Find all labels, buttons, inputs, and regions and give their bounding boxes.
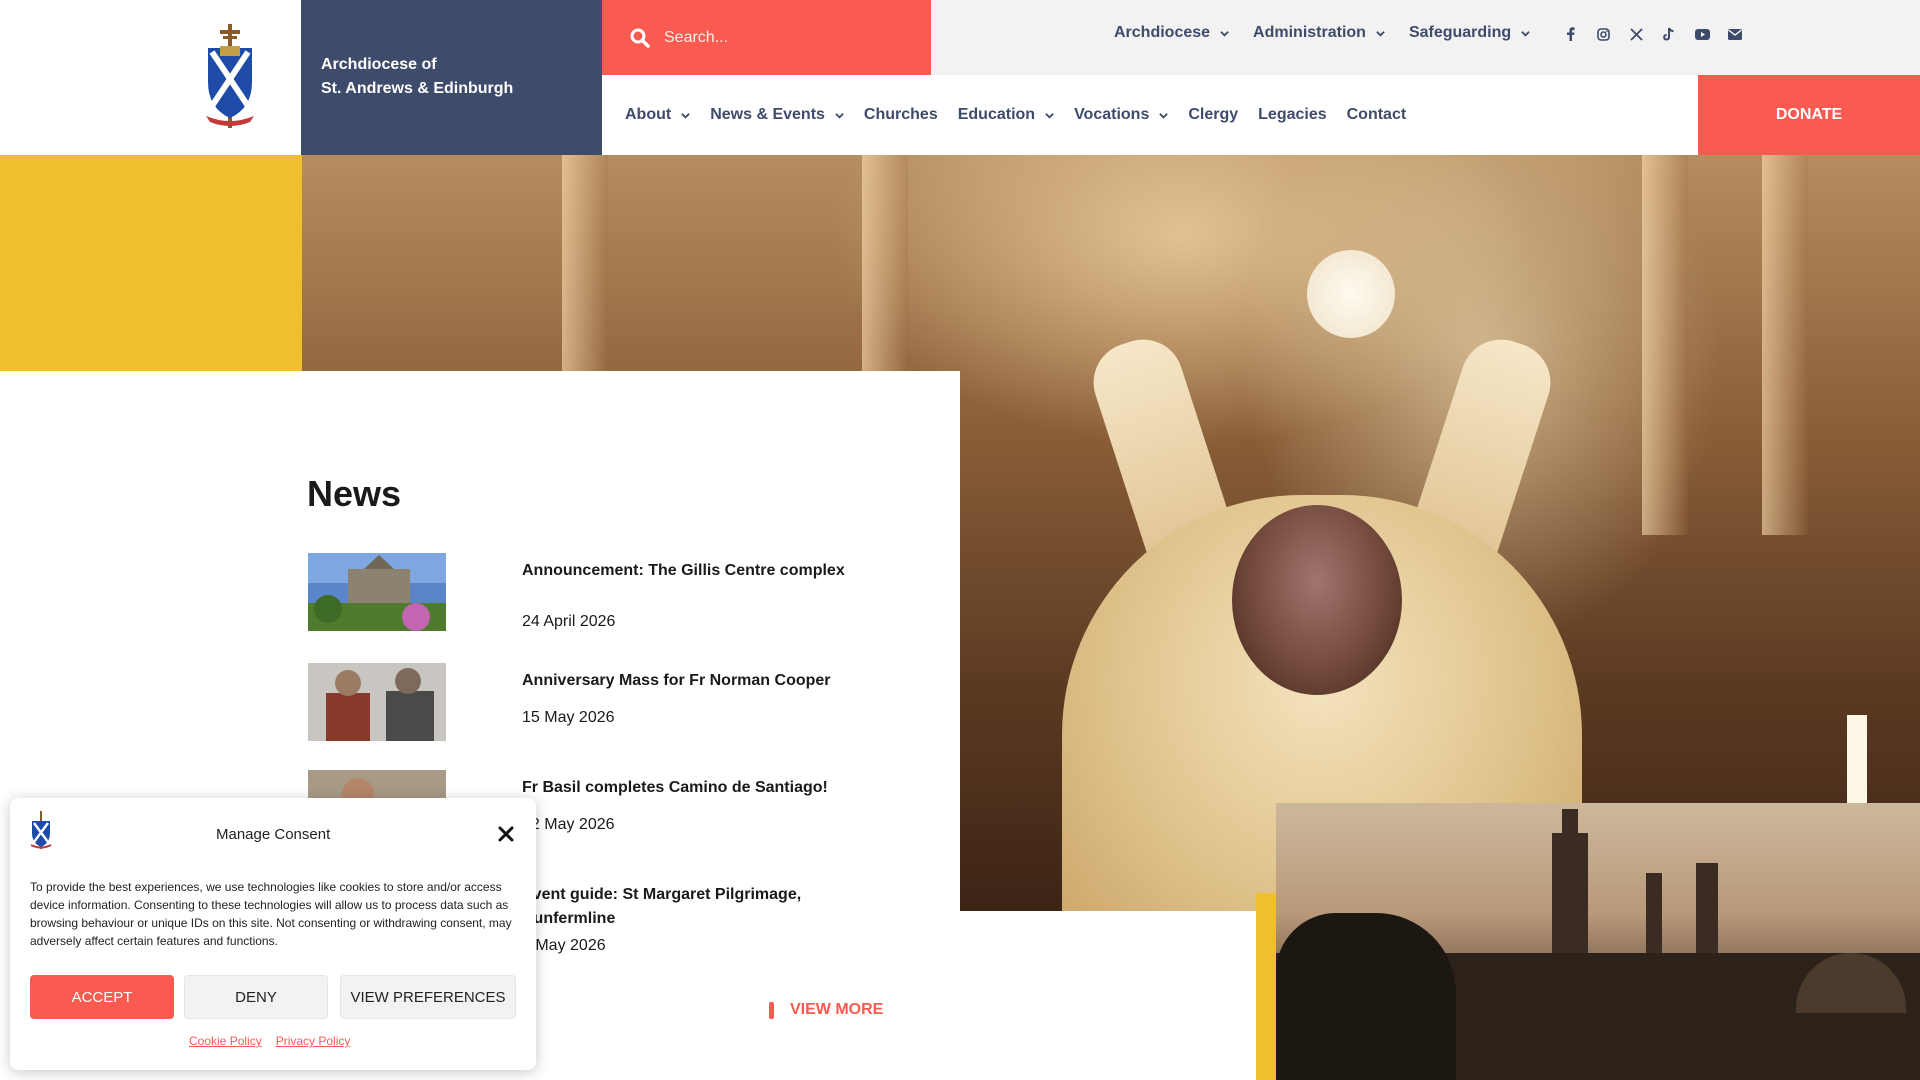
view-more-label: VIEW MORE (790, 1001, 884, 1018)
site-title-line-2: St. Andrews & Edinburgh (321, 80, 514, 97)
archdiocese-crest-icon (30, 811, 52, 849)
hero-organ-pipe (1762, 155, 1808, 535)
search-icon[interactable] (630, 28, 650, 48)
view-more-link[interactable]: VIEW MORE (769, 1001, 883, 1019)
chevron-down-icon (1521, 30, 1530, 37)
nav-item-vocations[interactable]: Vocations (1074, 106, 1169, 124)
hero-organ-pipe (1642, 155, 1688, 535)
view-preferences-button[interactable]: VIEW PREFERENCES (340, 975, 516, 1019)
nav-item-about[interactable]: About (625, 106, 690, 124)
hero-host (1307, 250, 1395, 338)
clock-tower-spire (1562, 809, 1578, 839)
nav-item-label: Contact (1346, 106, 1407, 123)
logo-area[interactable] (0, 0, 301, 155)
top-menu: Archdiocese Administration Safeguarding (1114, 24, 1530, 42)
instagram-icon[interactable] (1595, 26, 1611, 42)
consent-title: Manage Consent (216, 826, 331, 843)
news-headline[interactable]: Event guide: St Margaret Pilgrimage, Dun… (522, 883, 852, 931)
cookie-policy-link[interactable]: Cookie Policy (189, 1034, 262, 1048)
youtube-icon[interactable] (1694, 26, 1710, 42)
deny-button[interactable]: DENY (184, 975, 328, 1019)
email-icon[interactable] (1727, 26, 1743, 42)
chevron-down-icon (1045, 112, 1054, 119)
facebook-icon[interactable] (1562, 26, 1578, 42)
news-date: 24 April 2026 (522, 613, 616, 630)
top-menu-archdiocese[interactable]: Archdiocese (1114, 24, 1229, 42)
nav-item-label: Clergy (1188, 106, 1239, 123)
close-icon[interactable] (496, 824, 516, 844)
tiktok-icon[interactable] (1661, 26, 1677, 42)
social-links (1562, 26, 1743, 42)
nav-item-label: Churches (863, 106, 938, 123)
hero-candle (1847, 715, 1867, 815)
nav-item-legacies[interactable]: Legacies (1258, 106, 1326, 124)
main-navigation: About News & Events Churches Education V… (602, 75, 1698, 155)
nav-item-label: Vocations (1074, 106, 1150, 123)
chevron-down-icon (1376, 30, 1385, 37)
news-headline[interactable]: Announcement: The Gillis Centre complex (522, 559, 852, 583)
nav-item-label: About (625, 106, 672, 123)
top-menu-label: Safeguarding (1408, 24, 1512, 41)
top-menu-safeguarding[interactable]: Safeguarding (1409, 24, 1530, 42)
consent-text: To provide the best experiences, we use … (30, 880, 512, 948)
nav-item-label: Legacies (1258, 106, 1327, 123)
decorative-yellow-strip (1256, 893, 1276, 1080)
chevron-down-icon (1220, 30, 1229, 37)
chevron-down-icon (681, 112, 690, 119)
view-more-accent-bar (769, 1001, 774, 1019)
site-title[interactable]: Archdiocese of St. Andrews & Edinburgh (301, 0, 602, 155)
news-thumbnail-fr-norman-cooper[interactable] (308, 663, 446, 741)
hero-head (1232, 505, 1402, 695)
top-bar: Archdiocese Administration Safeguarding (931, 0, 1920, 75)
foreground-trees (1276, 913, 1456, 1080)
nav-item-churches[interactable]: Churches (864, 106, 938, 124)
news-headline[interactable]: Anniversary Mass for Fr Norman Cooper (522, 669, 852, 693)
main-menu: About News & Events Churches Education V… (625, 106, 1406, 124)
consent-policy-links: Cookie Policy Privacy Policy (189, 1034, 350, 1048)
chevron-down-icon (1159, 112, 1169, 119)
edinburgh-skyline-image (1276, 803, 1920, 1080)
cookie-consent-dialog: Manage Consent To provide the best exper… (10, 798, 536, 1070)
privacy-policy-link[interactable]: Privacy Policy (276, 1034, 351, 1048)
news-date: 15 May 2026 (522, 709, 615, 726)
nav-item-label: News & Events (710, 106, 825, 123)
nav-item-contact[interactable]: Contact (1347, 106, 1407, 124)
x-icon[interactable] (1628, 26, 1644, 42)
top-menu-label: Archdiocese (1114, 24, 1211, 41)
nav-item-label: Education (957, 106, 1036, 123)
nav-item-education[interactable]: Education (958, 106, 1054, 124)
news-thumbnail-gillis-centre[interactable] (308, 553, 446, 631)
accept-button[interactable]: ACCEPT (30, 975, 174, 1019)
top-menu-administration[interactable]: Administration (1253, 24, 1385, 42)
top-menu-label: Administration (1253, 24, 1366, 41)
nav-item-news-events[interactable]: News & Events (710, 106, 844, 124)
donate-button[interactable]: DONATE (1698, 75, 1920, 155)
search-input[interactable] (664, 28, 904, 47)
news-heading: News (307, 473, 402, 514)
site-title-line-1: Archdiocese of (321, 56, 437, 73)
news-headline[interactable]: Fr Basil completes Camino de Santiago! (522, 776, 852, 800)
search-bar (602, 0, 931, 75)
nav-item-clergy[interactable]: Clergy (1188, 106, 1238, 124)
chevron-down-icon (835, 112, 844, 119)
archdiocese-crest-icon[interactable] (200, 22, 260, 132)
decorative-yellow-block (0, 155, 302, 371)
